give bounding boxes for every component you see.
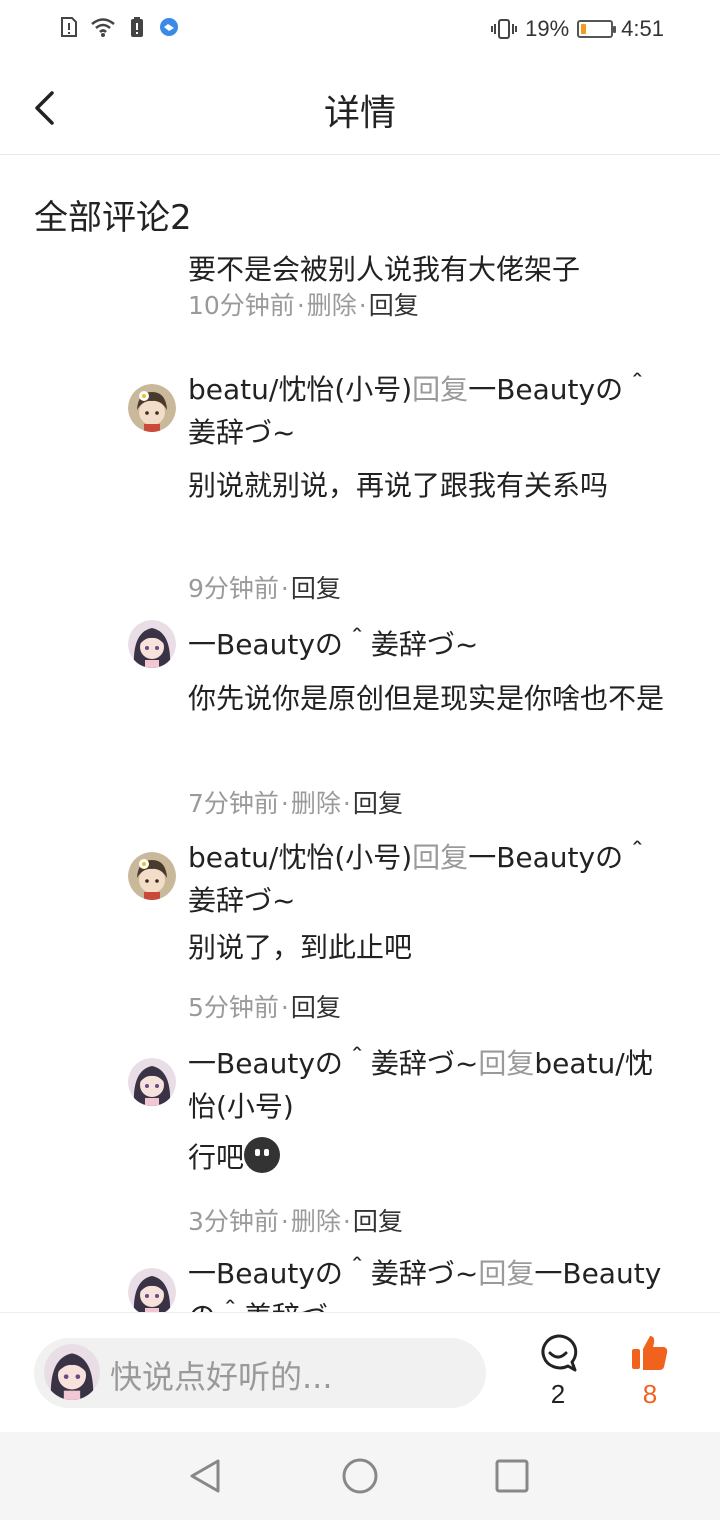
comment-text: 行吧 bbox=[188, 1136, 668, 1179]
comment-time: 10分钟前 bbox=[188, 291, 295, 320]
status-icons-right: 19% 4:51 bbox=[491, 16, 664, 42]
app-notification-icon bbox=[160, 18, 178, 36]
comment-input-placeholder: 快说点好听的... bbox=[110, 1358, 333, 1396]
status-bar: 19% 4:51 bbox=[0, 0, 720, 62]
top-app-bar: 详情 bbox=[0, 62, 720, 155]
comment-author[interactable]: beatu/忱怡(小号) bbox=[188, 373, 412, 406]
comment-time: 7分钟前 bbox=[188, 789, 279, 818]
comment-meta: 9分钟前·回复 bbox=[188, 574, 341, 603]
comment-time: 3分钟前 bbox=[188, 1207, 279, 1236]
comment-author[interactable]: 一Beautyの＾姜辞づ~ bbox=[188, 1047, 478, 1080]
comment-header: 一Beautyの＾姜辞づ~回复beatu/忱怡(小号) bbox=[188, 1042, 668, 1128]
comment-list: 要不是会被别人说我有大佬架子 10分钟前·删除·回复 beatu/忱怡(小号)回… bbox=[0, 240, 720, 1312]
delete-link[interactable]: 删除 bbox=[291, 1207, 341, 1236]
comment-author[interactable]: 一Beautyの＾姜辞づ~ bbox=[188, 623, 668, 666]
comment-meta: 10分钟前·删除·回复 bbox=[188, 291, 419, 320]
vibrate-icon bbox=[491, 19, 518, 39]
page-title: 详情 bbox=[323, 93, 396, 134]
delete-link[interactable]: 删除 bbox=[307, 291, 357, 320]
comment-author[interactable]: 一Beautyの＾姜辞づ~ bbox=[188, 1257, 478, 1290]
comment-count-button[interactable]: 2 bbox=[532, 1333, 584, 1410]
comment-text: 你先说你是原创但是现实是你啥也不是 bbox=[188, 682, 665, 715]
comment-header: beatu/忱怡(小号)回复一Beautyの＾姜辞づ~ bbox=[188, 368, 668, 454]
nav-home-icon[interactable] bbox=[340, 1456, 380, 1496]
like-count: 8 bbox=[642, 1379, 658, 1409]
bottom-action-bar: 快说点好听的... 2 8 bbox=[0, 1312, 720, 1433]
comment-meta: 3分钟前·删除·回复 bbox=[188, 1207, 403, 1236]
comment-input[interactable]: 快说点好听的... bbox=[34, 1338, 486, 1408]
reply-link[interactable]: 回复 bbox=[353, 1207, 403, 1236]
reply-link[interactable]: 回复 bbox=[291, 993, 341, 1022]
comment-bubble-icon bbox=[541, 1334, 578, 1372]
avatar[interactable] bbox=[128, 620, 176, 668]
avatar[interactable] bbox=[128, 852, 176, 900]
comment-text: 要不是会被别人说我有大佬架子 bbox=[188, 253, 581, 286]
status-icons-left bbox=[58, 16, 180, 38]
battery-icon bbox=[577, 20, 617, 38]
comment-text: 别说就别说，再说了跟我有关系吗 bbox=[188, 469, 609, 502]
thumbs-up-icon bbox=[632, 1336, 668, 1370]
comment-header: beatu/忱怡(小号)回复一Beautyの＾姜辞づ~ bbox=[188, 836, 668, 922]
comment-meta: 5分钟前·回复 bbox=[188, 993, 341, 1022]
comment-header: 一Beautyの＾姜辞づ~回复一Beautyの＾姜辞づ bbox=[188, 1252, 668, 1312]
wifi-icon bbox=[91, 18, 115, 37]
avatar[interactable] bbox=[128, 1268, 176, 1312]
comment-time: 9分钟前 bbox=[188, 574, 279, 603]
reply-word: 回复 bbox=[478, 1257, 535, 1290]
reply-word: 回复 bbox=[412, 841, 469, 874]
comments-heading: 全部评论2 bbox=[34, 198, 192, 238]
system-nav-bar bbox=[0, 1432, 720, 1520]
nav-back-icon[interactable] bbox=[186, 1456, 226, 1496]
reply-link[interactable]: 回复 bbox=[353, 789, 403, 818]
battery-percent: 19% bbox=[525, 16, 570, 41]
like-button[interactable]: 8 bbox=[624, 1333, 676, 1410]
avatar[interactable] bbox=[128, 384, 176, 432]
sim-alert-icon bbox=[61, 17, 77, 37]
my-avatar bbox=[44, 1344, 100, 1400]
battery-fill bbox=[581, 24, 587, 34]
smile-emoji-icon bbox=[244, 1137, 281, 1173]
comment-meta: 7分钟前·删除·回复 bbox=[188, 789, 403, 818]
clock: 4:51 bbox=[621, 16, 664, 41]
nav-recents-icon[interactable] bbox=[492, 1456, 532, 1496]
comment-text: 别说了，到此止吧 bbox=[188, 931, 413, 964]
battery-alert-icon bbox=[131, 17, 143, 37]
reply-link[interactable]: 回复 bbox=[369, 291, 419, 320]
comment-text-body: 行吧 bbox=[188, 1141, 245, 1174]
comment-count: 2 bbox=[550, 1379, 566, 1409]
reply-word: 回复 bbox=[478, 1047, 535, 1080]
delete-link[interactable]: 删除 bbox=[291, 789, 341, 818]
comment-author[interactable]: beatu/忱怡(小号) bbox=[188, 841, 412, 874]
reply-link[interactable]: 回复 bbox=[291, 574, 341, 603]
comment-time: 5分钟前 bbox=[188, 993, 279, 1022]
avatar[interactable] bbox=[128, 1058, 176, 1106]
reply-word: 回复 bbox=[412, 373, 469, 406]
